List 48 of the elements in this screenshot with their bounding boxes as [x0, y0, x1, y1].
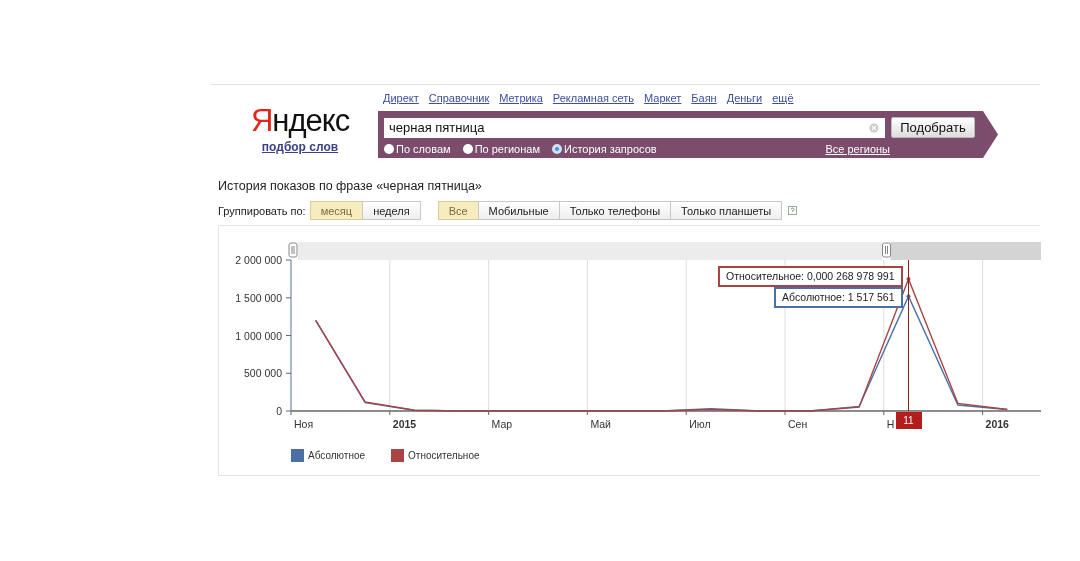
y-tick-label: 1 000 000: [235, 329, 282, 342]
x-tick-label: Н: [886, 418, 895, 430]
nav-link[interactable]: Справочник: [428, 92, 490, 104]
x-tick-label: 2015: [392, 418, 417, 430]
segment-button[interactable]: Мобильные: [477, 201, 560, 220]
x-tick-label: Июл: [689, 418, 711, 430]
legend-label: Абсолютное: [308, 450, 366, 461]
segment-button[interactable]: Все: [437, 201, 479, 220]
nav-link[interactable]: Баян: [691, 92, 717, 104]
radio-label[interactable]: По словам: [396, 143, 451, 155]
x-tick-label: Май: [590, 418, 611, 430]
y-tick-label: 1 500 000: [235, 291, 282, 304]
segment-button[interactable]: месяц: [309, 201, 364, 220]
x-tick-label: Мар: [491, 418, 513, 430]
radio-label[interactable]: История запросов: [564, 143, 657, 155]
range-handle[interactable]: [288, 242, 298, 258]
nav-link[interactable]: Деньги: [726, 92, 763, 104]
regions-link[interactable]: Все регионы: [825, 143, 890, 155]
search-field[interactable]: черная пятница: [384, 117, 885, 138]
section-heading: История показов по фразе «черная пятница»: [218, 179, 483, 193]
wordstat-link[interactable]: подбор слов: [261, 140, 339, 154]
help-icon[interactable]: [788, 206, 798, 215]
nav-link[interactable]: ещё: [772, 92, 794, 104]
x-tick-label: Сен: [788, 418, 808, 430]
group-label: Группировать по:: [218, 204, 306, 217]
radio-button[interactable]: [462, 144, 473, 154]
tooltip: Относительное: 0,000 268 978 991: [718, 266, 903, 287]
y-tick-label: 0: [276, 405, 282, 417]
segment-button[interactable]: Только телефоны: [558, 201, 672, 220]
radio-label[interactable]: По регионам: [474, 143, 540, 155]
segment-button[interactable]: неделя: [362, 201, 421, 220]
x-tick-label: Ноя: [294, 418, 314, 430]
radio-button[interactable]: [552, 144, 562, 154]
legend-label: Относительное: [408, 450, 480, 461]
y-tick-label: 2 000 000: [235, 254, 282, 266]
nav-link[interactable]: Директ: [383, 92, 419, 104]
tooltip: Абсолютное: 1 517 561: [774, 287, 903, 308]
x-tick-label: 2016: [985, 418, 1009, 430]
date-badge: 11: [895, 412, 922, 429]
nav-link[interactable]: Метрика: [499, 92, 543, 104]
nav-link[interactable]: Рекламная сеть: [552, 92, 635, 104]
radio-button[interactable]: [384, 144, 394, 154]
y-tick-label: 500 000: [244, 367, 282, 380]
yandex-logo: Яндекс: [250, 105, 350, 137]
nav-link[interactable]: Маркет: [644, 92, 682, 104]
range-handle[interactable]: [882, 242, 891, 258]
submit-button[interactable]: Подобрать: [891, 117, 975, 138]
segment-button[interactable]: Только планшеты: [670, 201, 783, 220]
